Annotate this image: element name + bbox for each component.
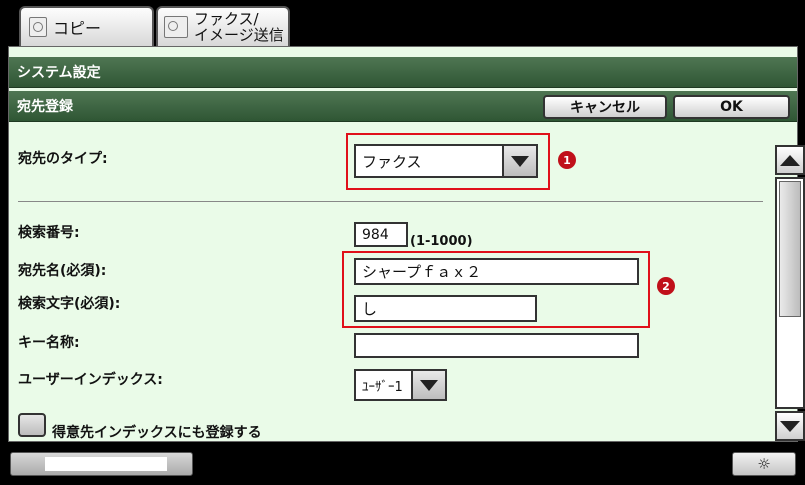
brightness-button[interactable]: ☼	[732, 452, 796, 476]
user-index-dropdown-button[interactable]	[411, 371, 445, 399]
dest-name-input[interactable]: シャープｆａｘ２	[354, 258, 639, 285]
sun-icon: ☼	[757, 455, 771, 473]
screen: コピー ファクス/ イメージ送信 システム設定 宛先登録 キャンセル OK 宛先…	[0, 0, 805, 485]
dest-type-select[interactable]: ファクス	[354, 144, 538, 178]
cancel-button[interactable]: キャンセル	[543, 95, 667, 119]
user-index-value: ﾕｰｻﾞｰ1	[362, 379, 403, 395]
dest-name-label: 宛先名(必須):	[18, 263, 107, 279]
search-no-range: (1-1000)	[410, 234, 473, 249]
ok-button[interactable]: OK	[673, 95, 790, 119]
scroll-up-button[interactable]	[775, 145, 805, 175]
fax-icon	[164, 16, 188, 38]
settings-panel: システム設定 宛先登録 キャンセル OK 宛先のタイプ: ファクス 1 検索番号…	[8, 46, 805, 442]
dest-type-label: 宛先のタイプ:	[18, 151, 108, 167]
scroll-down-button[interactable]	[775, 411, 805, 441]
favorite-index-checkbox[interactable]	[18, 413, 46, 437]
copy-icon	[29, 17, 47, 37]
key-name-input[interactable]	[354, 333, 639, 358]
chevron-up-icon	[780, 154, 800, 166]
tab-fax-label-line2: イメージ送信	[194, 26, 284, 44]
address-registration-title: 宛先登録	[17, 99, 73, 115]
favorite-index-label: 得意先インデックスにも登録する	[52, 425, 262, 441]
key-name-label: キー名称:	[18, 335, 80, 351]
dest-type-dropdown-button[interactable]	[502, 146, 536, 176]
search-char-label: 検索文字(必須):	[18, 296, 121, 312]
system-settings-header: システム設定	[9, 57, 797, 88]
badge-2: 2	[657, 277, 675, 295]
status-bar	[10, 452, 193, 476]
scrollbar-track[interactable]	[775, 177, 805, 409]
user-index-label: ユーザーインデックス:	[18, 372, 163, 388]
tab-fax-label-line1: ファクス/	[194, 10, 259, 28]
dest-type-value: ファクス	[362, 152, 422, 171]
chevron-down-icon	[780, 420, 800, 432]
tab-copy-label: コピー	[53, 19, 102, 38]
user-index-select[interactable]: ﾕｰｻﾞｰ1	[354, 369, 447, 401]
status-bar-fill	[45, 457, 167, 471]
search-char-input[interactable]: し	[354, 295, 537, 322]
chevron-down-icon	[420, 379, 438, 391]
system-settings-title: システム設定	[17, 65, 101, 81]
chevron-down-icon	[511, 155, 529, 167]
badge-1: 1	[558, 151, 576, 169]
tab-fax-label: ファクス/ イメージ送信	[194, 11, 284, 43]
divider	[18, 201, 763, 202]
search-no-label: 検索番号:	[18, 225, 80, 241]
tab-fax-image-send[interactable]: ファクス/ イメージ送信	[156, 6, 290, 46]
scrollbar-thumb[interactable]	[779, 181, 801, 317]
tab-copy[interactable]: コピー	[19, 6, 154, 46]
search-no-input[interactable]: 984	[354, 222, 408, 247]
